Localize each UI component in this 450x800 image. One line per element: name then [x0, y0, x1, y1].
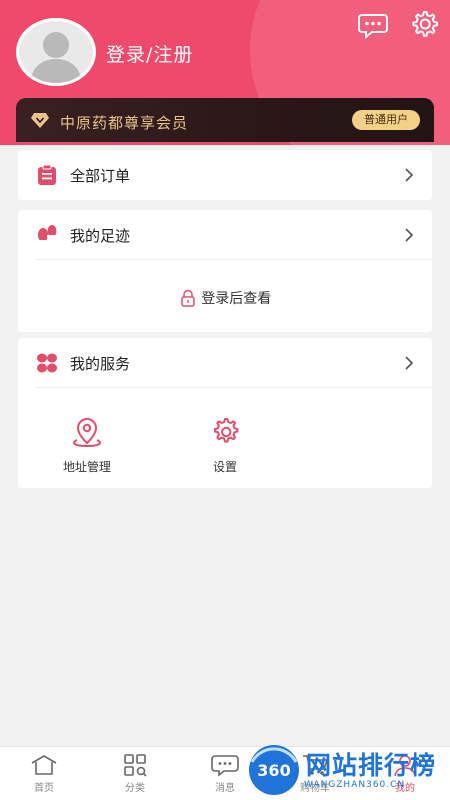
tab-messages[interactable]: 消息	[195, 753, 255, 794]
tab-cart-label: 购物车	[300, 783, 330, 794]
my-footprint-row[interactable]: 我的足迹	[18, 210, 432, 260]
my-services-row[interactable]: 我的服务	[18, 338, 432, 388]
address-management-button[interactable]: 地址管理	[42, 416, 132, 475]
vip-title: 中原药都尊享会员	[60, 114, 189, 132]
cart-icon	[303, 755, 329, 775]
my-footprint-label: 我的足迹	[70, 227, 131, 245]
tab-mine[interactable]: 我的	[375, 753, 435, 794]
settings-button[interactable]: 设置	[180, 416, 270, 475]
message-icon[interactable]	[357, 8, 389, 40]
orders-card: 全部订单	[18, 150, 432, 200]
all-orders-label: 全部订单	[70, 167, 131, 185]
services-grid-icon	[37, 353, 57, 373]
settings-label: 设置	[212, 460, 237, 474]
login-to-view-text: 登录后查看	[201, 291, 272, 307]
tab-category-label: 分类	[125, 783, 145, 794]
diamond-icon	[31, 113, 49, 128]
avatar[interactable]	[16, 18, 96, 86]
message-icon	[211, 755, 239, 777]
profile-icon	[394, 755, 416, 777]
all-orders-row[interactable]: 全部订单	[18, 150, 432, 200]
vip-membership-bar[interactable]: 中原药都尊享会员 普通用户	[16, 98, 434, 142]
gear-icon	[213, 418, 239, 443]
profile-header: 登录/注册 中原药都尊享会员 普通用户	[0, 0, 450, 145]
chevron-right-icon	[405, 228, 414, 242]
user-level-badge: 普通用户	[352, 110, 420, 130]
address-management-label: 地址管理	[62, 460, 111, 474]
category-grid-icon	[124, 754, 147, 777]
tab-cart[interactable]: 购物车	[285, 753, 345, 794]
divider	[36, 387, 432, 388]
chevron-right-icon	[405, 356, 414, 370]
bottom-tab-bar: 首页 分类 消息 购物车 我的	[0, 746, 450, 800]
tab-home-label: 首页	[34, 783, 54, 794]
chevron-right-icon	[405, 168, 414, 182]
tab-category[interactable]: 分类	[105, 753, 165, 794]
location-pin-icon	[73, 417, 101, 448]
settings-gear-icon[interactable]	[408, 8, 440, 40]
footprint-card: 我的足迹 登录后查看	[18, 210, 432, 332]
lock-icon	[181, 289, 195, 307]
my-services-label: 我的服务	[70, 355, 131, 373]
login-register-link[interactable]: 登录/注册	[106, 40, 193, 67]
clipboard-icon	[38, 164, 56, 185]
divider	[36, 259, 432, 260]
footprint-icon	[38, 225, 57, 243]
tab-home[interactable]: 首页	[14, 753, 74, 794]
tab-messages-label: 消息	[215, 783, 235, 794]
home-icon	[31, 755, 57, 775]
login-to-view-link[interactable]: 登录后查看	[18, 288, 432, 308]
tab-mine-label: 我的	[395, 783, 415, 794]
services-card: 我的服务 地址管理 设置	[18, 338, 432, 488]
